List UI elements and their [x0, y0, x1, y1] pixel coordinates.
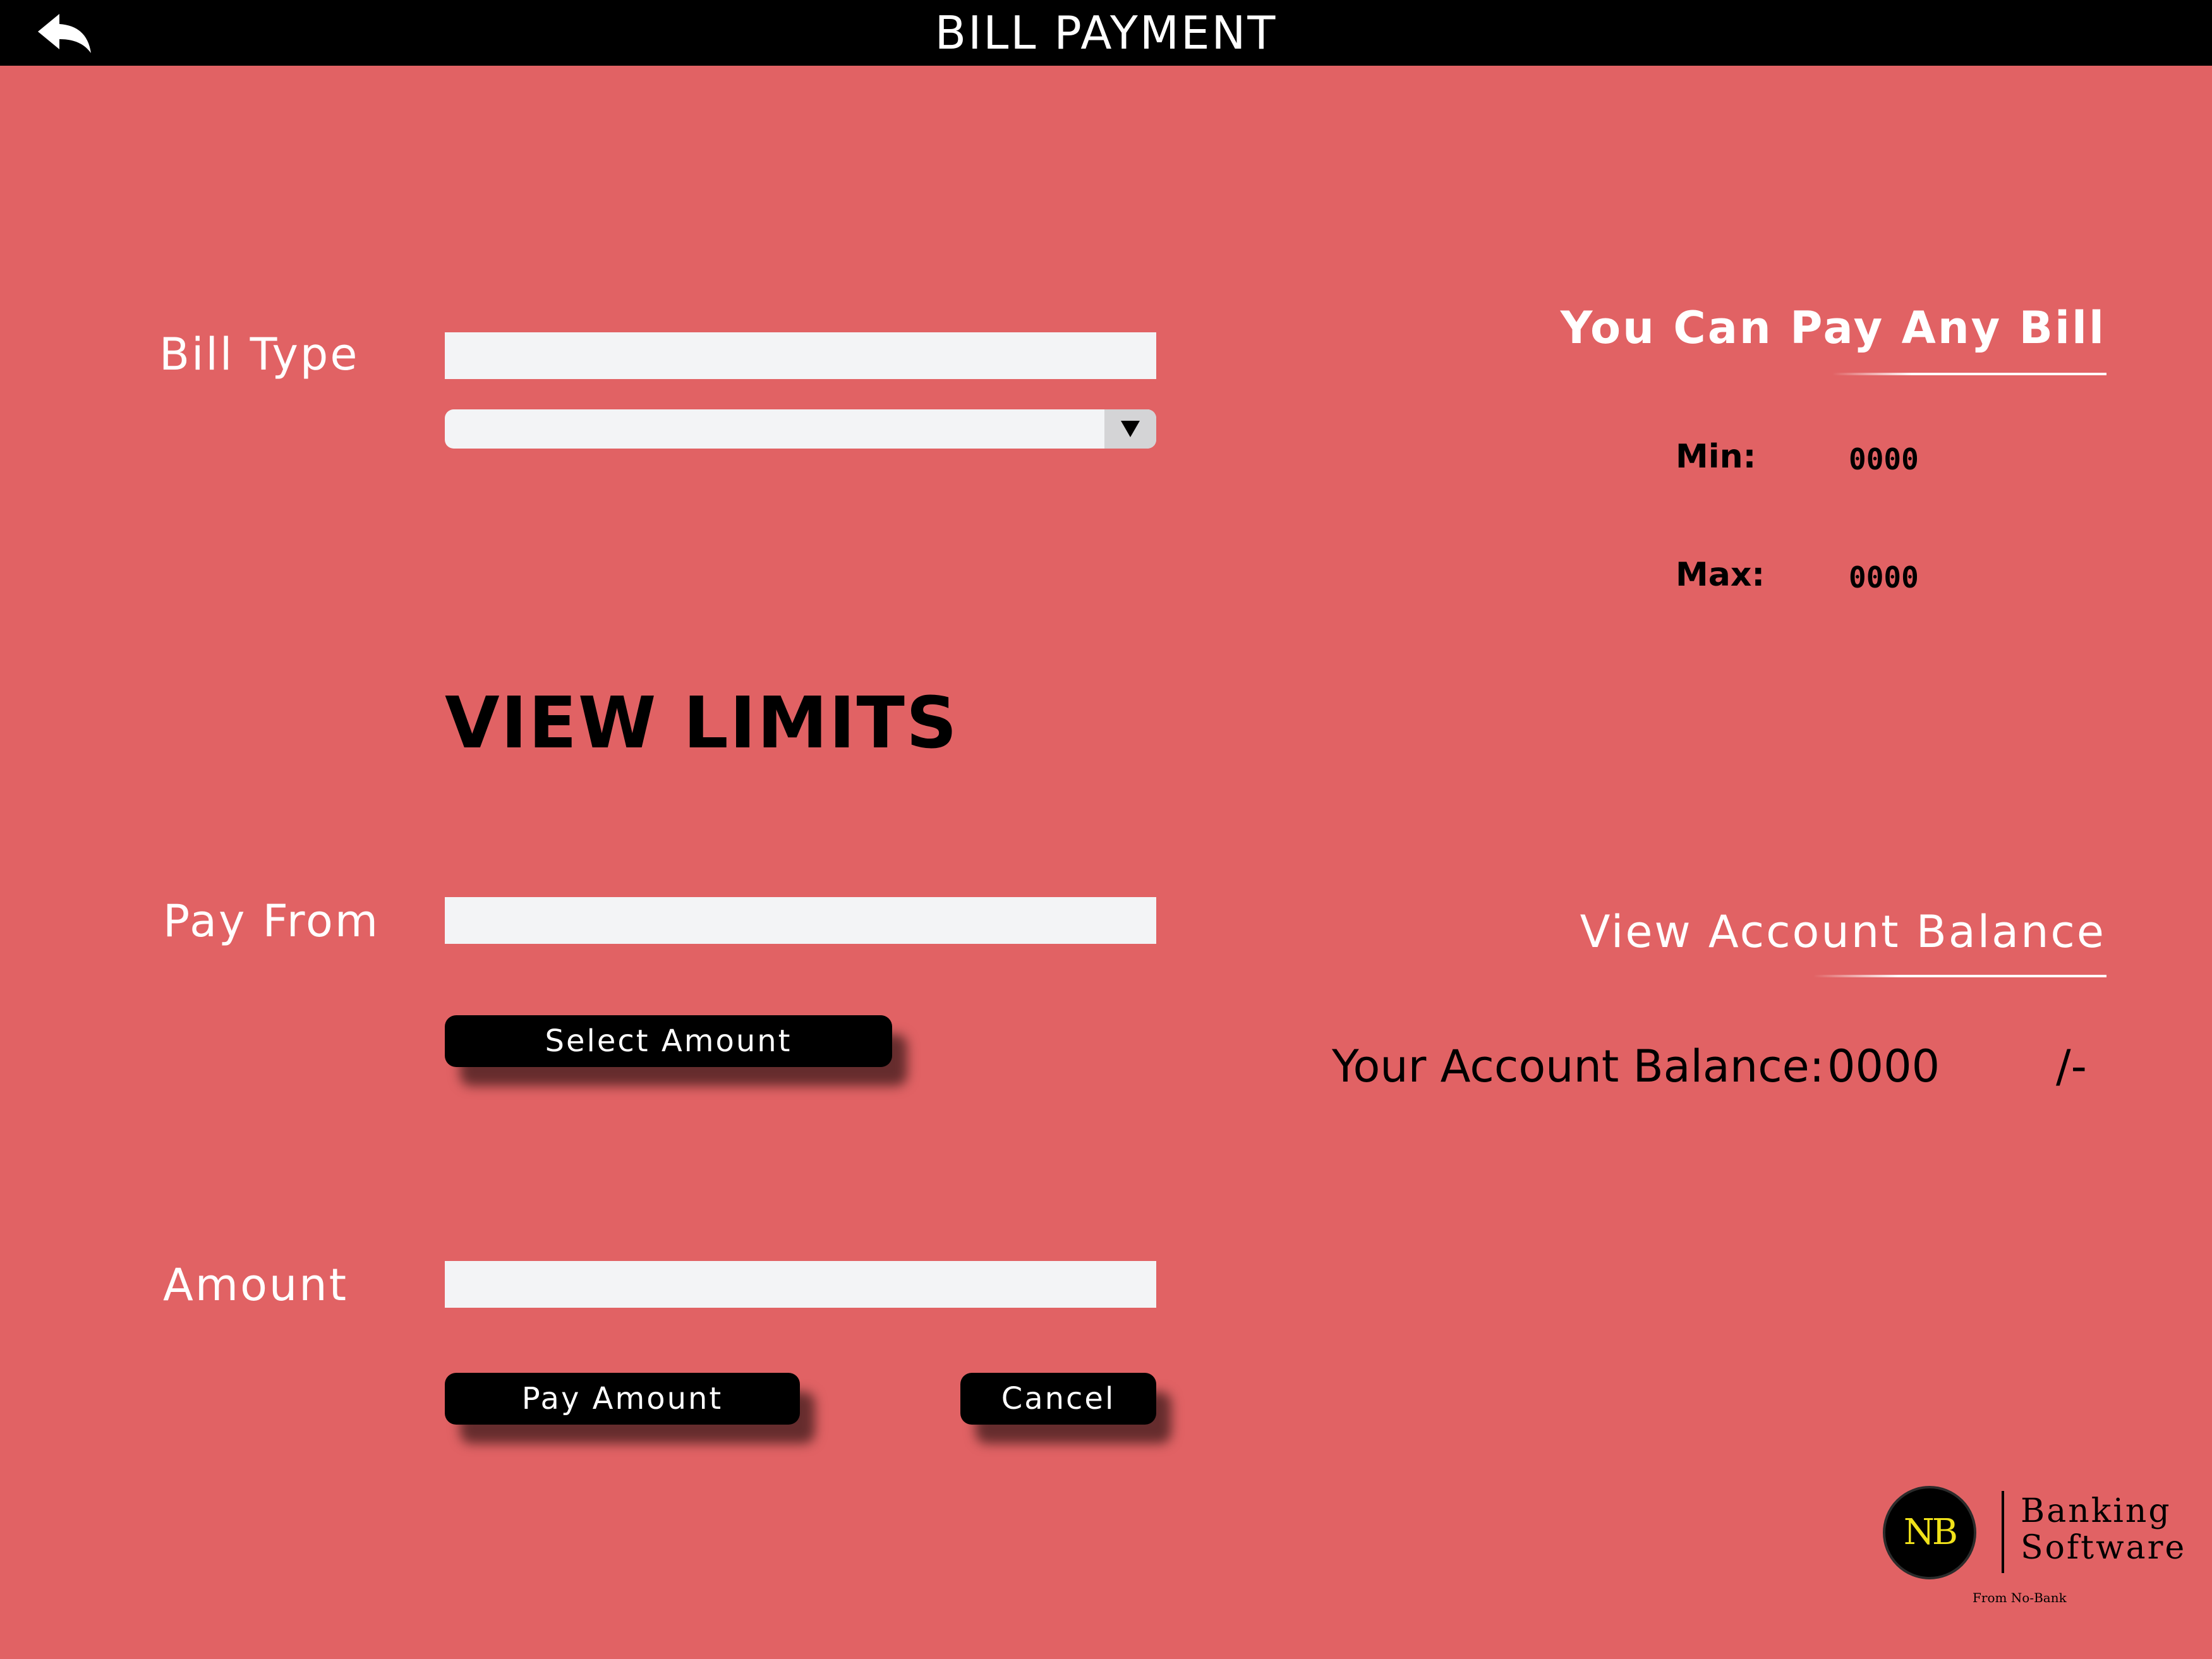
- logo-divider: [2002, 1491, 2004, 1573]
- balance-title-underline: [1813, 975, 2106, 977]
- amount-label: Amount: [163, 1259, 349, 1311]
- cancel-button[interactable]: Cancel: [960, 1373, 1156, 1425]
- view-limits-heading: VIEW LIMITS: [445, 682, 958, 764]
- bill-type-select[interactable]: [445, 409, 1156, 449]
- bill-type-label: Bill Type: [159, 329, 360, 380]
- logo-text-software: Software: [2021, 1529, 2187, 1567]
- select-amount-button[interactable]: Select Amount: [445, 1015, 892, 1067]
- amount-input[interactable]: [445, 1261, 1156, 1308]
- logo-monogram: NB: [1903, 1512, 1958, 1553]
- pay-from-input[interactable]: [445, 897, 1156, 944]
- pay-from-label: Pay From: [163, 895, 380, 947]
- min-value: 0000: [1849, 442, 1919, 476]
- bill-type-input[interactable]: [445, 332, 1156, 379]
- logo-text-banking: Banking: [2021, 1492, 2172, 1530]
- limits-title: You Can Pay Any Bill: [1560, 302, 2106, 354]
- limits-title-underline: [1832, 373, 2106, 375]
- triangle-down-icon[interactable]: [1104, 409, 1156, 449]
- account-balance-value: 0000: [1827, 1041, 1940, 1092]
- logo-tagline: From No-Bank: [1973, 1590, 2067, 1605]
- min-label: Min:: [1676, 438, 1756, 476]
- account-balance-label: Your Account Balance:: [1332, 1041, 1825, 1092]
- max-value: 0000: [1849, 560, 1919, 594]
- pay-amount-button[interactable]: Pay Amount: [445, 1373, 800, 1425]
- page-title: BILL PAYMENT: [934, 6, 1278, 59]
- account-balance-suffix: /-: [2056, 1041, 2087, 1092]
- max-label: Max:: [1676, 556, 1765, 594]
- view-account-balance-title[interactable]: View Account Balance: [1580, 906, 2106, 958]
- back-arrow-icon[interactable]: [37, 11, 94, 56]
